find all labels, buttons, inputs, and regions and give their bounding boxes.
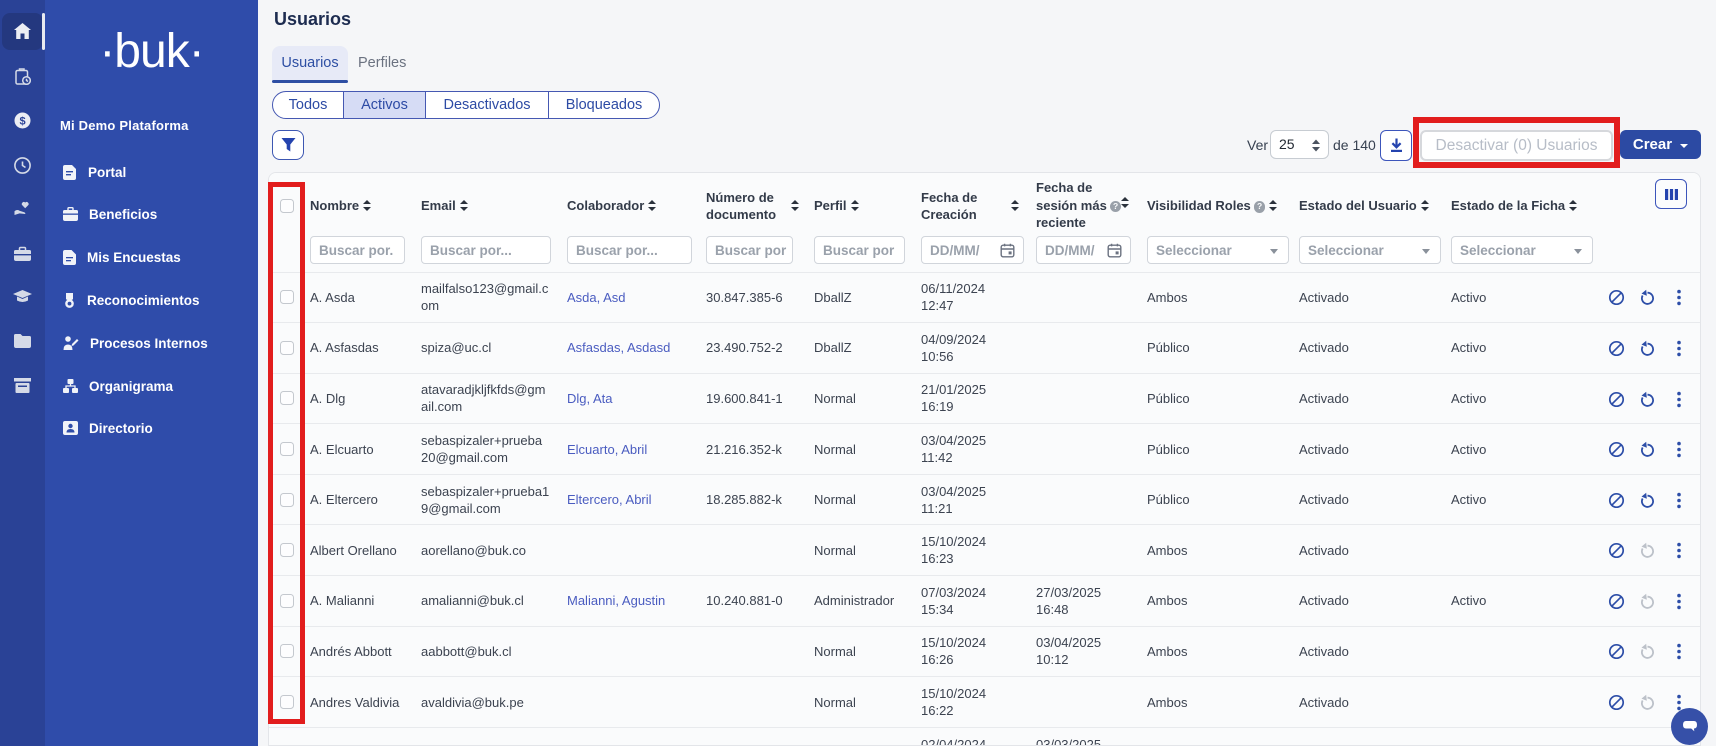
svg-text:$: $ (19, 115, 25, 127)
